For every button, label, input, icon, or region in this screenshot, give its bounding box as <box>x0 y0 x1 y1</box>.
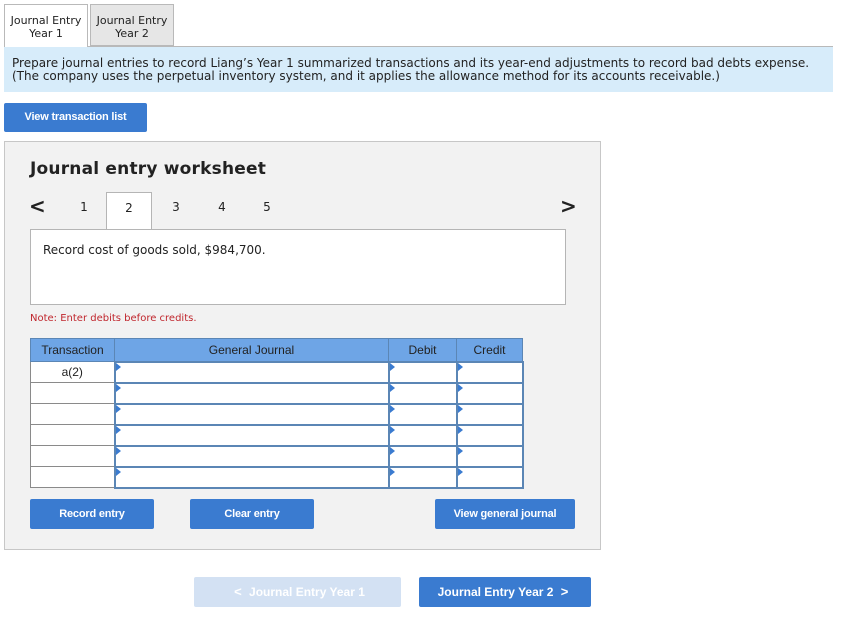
pager-next-icon[interactable]: > <box>560 195 577 217</box>
journal-entry-worksheet: Journal entry worksheet < 1 2 3 4 5 > Re… <box>4 141 601 550</box>
debit-input[interactable] <box>387 402 458 426</box>
credit-input[interactable] <box>455 444 524 468</box>
transaction-cell <box>30 382 115 404</box>
journal-table: Transaction General Journal Debit Credit… <box>30 338 524 489</box>
account-input[interactable] <box>113 360 390 384</box>
chevron-left-icon: < <box>234 584 242 599</box>
col-header-transaction: Transaction <box>30 338 115 362</box>
transaction-description: Record cost of goods sold, $984,700. <box>30 229 566 305</box>
credit-input[interactable] <box>455 402 524 426</box>
tab-label-line1: Journal Entry <box>96 14 168 27</box>
worksheet-title: Journal entry worksheet <box>30 159 267 179</box>
prev-journal-entry-label: Journal Entry Year 1 <box>249 585 365 599</box>
debit-input[interactable] <box>387 423 458 447</box>
debit-input[interactable] <box>387 444 458 468</box>
credit-input[interactable] <box>455 465 524 489</box>
transaction-cell <box>30 466 115 488</box>
journal-table-header: Transaction General Journal Debit Credit <box>30 338 523 362</box>
table-row: a(2) <box>30 360 524 384</box>
clear-entry-button[interactable]: Clear entry <box>190 499 314 529</box>
transaction-cell <box>30 445 115 467</box>
account-input[interactable] <box>113 465 390 489</box>
transaction-cell: a(2) <box>30 361 115 383</box>
transaction-description-text: Record cost of goods sold, $984,700. <box>43 243 266 257</box>
view-transaction-list-button[interactable]: View transaction list <box>4 103 147 132</box>
transaction-cell <box>30 424 115 446</box>
credit-input[interactable] <box>455 381 524 405</box>
table-row <box>30 402 524 426</box>
page-3-tab[interactable]: 3 <box>166 200 186 214</box>
transaction-cell <box>30 403 115 425</box>
page-1-tab[interactable]: 1 <box>74 200 94 214</box>
prev-journal-entry-button[interactable]: < Journal Entry Year 1 <box>194 577 401 607</box>
account-input[interactable] <box>113 423 390 447</box>
table-row <box>30 423 524 447</box>
credit-input[interactable] <box>455 423 524 447</box>
account-input[interactable] <box>113 444 390 468</box>
col-header-debit: Debit <box>388 338 457 362</box>
next-journal-entry-button[interactable]: Journal Entry Year 2 > <box>419 577 591 607</box>
table-row <box>30 381 524 405</box>
debit-input[interactable] <box>387 381 458 405</box>
table-row <box>30 444 524 468</box>
debit-input[interactable] <box>387 465 458 489</box>
page-4-tab[interactable]: 4 <box>212 200 232 214</box>
tab-journal-entry-year-1[interactable]: Journal Entry Year 1 <box>4 4 88 47</box>
tab-journal-entry-year-2[interactable]: Journal Entry Year 2 <box>90 4 174 46</box>
col-header-credit: Credit <box>456 338 523 362</box>
credit-input[interactable] <box>455 360 524 384</box>
pager-prev-icon[interactable]: < <box>29 195 46 217</box>
note-text: Note: Enter debits before credits. <box>30 313 197 324</box>
tab-label-line2: Year 1 <box>29 27 63 40</box>
instructions-panel: Prepare journal entries to record Liang’… <box>4 46 833 92</box>
account-input[interactable] <box>113 381 390 405</box>
record-entry-button[interactable]: Record entry <box>30 499 154 529</box>
chevron-right-icon: > <box>560 584 569 599</box>
page-5-tab[interactable]: 5 <box>257 200 277 214</box>
tab-label-line1: Journal Entry <box>10 14 82 27</box>
table-row <box>30 465 524 489</box>
instructions-line2: (The company uses the perpetual inventor… <box>12 69 720 83</box>
tab-label-line2: Year 2 <box>115 27 149 40</box>
next-journal-entry-label: Journal Entry Year 2 <box>437 585 554 599</box>
view-general-journal-button[interactable]: View general journal <box>435 499 575 529</box>
page-2-tab[interactable]: 2 <box>106 192 152 229</box>
account-input[interactable] <box>113 402 390 426</box>
col-header-general-journal: General Journal <box>114 338 389 362</box>
debit-input[interactable] <box>387 360 458 384</box>
